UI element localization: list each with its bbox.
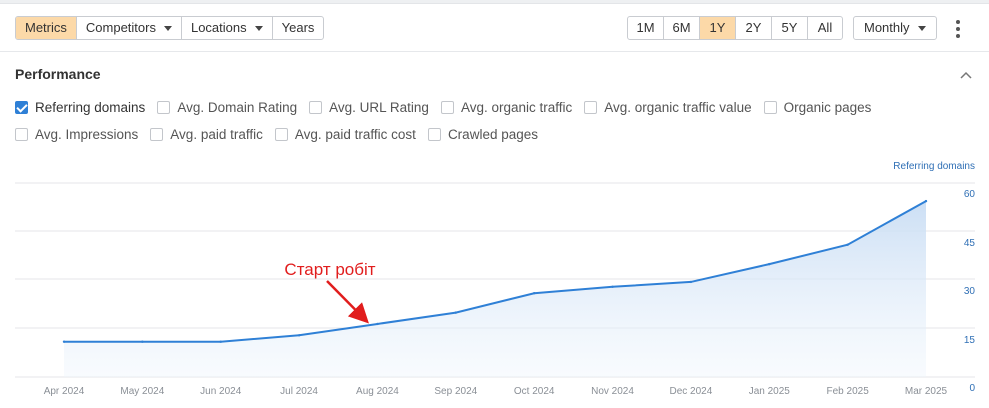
y-tick-label: 30 xyxy=(964,286,976,297)
range-selector: 1M 6M 1Y 2Y 5Y All xyxy=(627,16,843,40)
data-point xyxy=(924,199,928,203)
metric-label: Referring domains xyxy=(35,100,146,115)
metrics-row-1: Referring domains Avg. Domain Rating Avg… xyxy=(15,100,975,115)
range-2y[interactable]: 2Y xyxy=(736,17,772,39)
x-tick-label: Mar 2025 xyxy=(905,386,948,397)
kebab-menu-icon[interactable] xyxy=(949,18,967,40)
y-tick-label: 45 xyxy=(964,238,976,249)
data-point xyxy=(846,243,849,246)
x-tick-label: Aug 2024 xyxy=(356,386,399,397)
checkbox[interactable] xyxy=(157,101,171,114)
data-point xyxy=(297,334,301,337)
interval-dropdown[interactable]: Monthly xyxy=(853,16,937,40)
metric-label: Organic pages xyxy=(783,100,872,115)
x-tick-label: Dec 2024 xyxy=(670,386,713,397)
checkbox[interactable] xyxy=(427,128,441,141)
checkbox[interactable] xyxy=(309,101,323,114)
x-tick-label: Feb 2025 xyxy=(827,386,870,397)
range-all[interactable]: All xyxy=(808,17,842,39)
metric-crawled-pages[interactable]: Crawled pages xyxy=(427,127,538,142)
x-tick-label: Jul 2024 xyxy=(280,386,318,397)
metric-avg-paid-traffic-cost[interactable]: Avg. paid traffic cost xyxy=(274,127,416,142)
data-point xyxy=(689,280,693,284)
checkbox[interactable] xyxy=(150,128,164,141)
metric-label: Avg. Domain Rating xyxy=(177,100,298,115)
y-tick-label: 60 xyxy=(964,189,976,200)
data-point xyxy=(454,311,458,314)
data-point xyxy=(768,262,771,266)
x-tick-label: Sep 2024 xyxy=(434,386,477,397)
x-tick-label: Jun 2024 xyxy=(200,386,242,397)
data-point xyxy=(611,285,614,288)
data-point xyxy=(532,292,536,295)
metric-label: Crawled pages xyxy=(447,127,538,142)
range-1m[interactable]: 1M xyxy=(628,17,664,39)
checkbox[interactable] xyxy=(584,101,598,114)
annotation-label: Старт робіт xyxy=(284,260,375,279)
metric-avg-organic-traffic-value[interactable]: Avg. organic traffic value xyxy=(584,100,752,115)
metric-avg-paid-traffic[interactable]: Avg. paid traffic xyxy=(150,127,263,142)
annotation-arrow xyxy=(326,280,369,324)
y-tick-label: 15 xyxy=(964,335,976,346)
range-1y[interactable]: 1Y xyxy=(700,17,736,39)
data-point xyxy=(219,340,222,343)
tab-competitors-label: Competitors xyxy=(85,20,156,35)
data-point xyxy=(376,322,379,326)
tab-locations-label: Locations xyxy=(190,20,247,35)
metric-label: Avg. Impressions xyxy=(35,127,139,142)
checkbox[interactable] xyxy=(15,128,28,141)
metric-label: Avg. paid traffic xyxy=(170,127,263,142)
range-5y[interactable]: 5Y xyxy=(772,17,808,39)
metric-avg-impressions[interactable]: Avg. Impressions xyxy=(15,127,138,142)
tab-years-label: Years xyxy=(281,20,315,35)
checkbox[interactable] xyxy=(274,128,288,141)
x-tick-label: Oct 2024 xyxy=(514,386,555,397)
view-tabs: Metrics Competitors Locations Years xyxy=(15,16,325,40)
tab-metrics[interactable]: Metrics xyxy=(16,17,77,39)
metric-label: Avg. organic traffic xyxy=(460,100,573,115)
caret-down-icon xyxy=(163,26,172,31)
tab-locations[interactable]: Locations xyxy=(182,17,273,39)
x-tick-label: Jan 2025 xyxy=(749,386,791,397)
range-6m[interactable]: 6M xyxy=(664,17,700,39)
caret-down-icon xyxy=(917,26,926,31)
tab-years[interactable]: Years xyxy=(273,17,324,39)
x-tick-label: May 2024 xyxy=(120,386,164,397)
tab-metrics-label: Metrics xyxy=(25,20,67,35)
section-title: Performance xyxy=(15,66,101,82)
data-point xyxy=(62,340,66,343)
metric-avg-domain-rating[interactable]: Avg. Domain Rating xyxy=(157,100,297,115)
metric-organic-pages[interactable]: Organic pages xyxy=(763,100,872,115)
checkbox-checked[interactable] xyxy=(15,101,28,114)
metric-referring-domains[interactable]: Referring domains xyxy=(15,100,145,115)
interval-label: Monthly xyxy=(864,20,910,35)
metric-label: Avg. paid traffic cost xyxy=(294,127,416,142)
checkbox[interactable] xyxy=(763,101,777,114)
toolbar: Metrics Competitors Locations Years 1M 6… xyxy=(0,4,989,52)
referring-domains-chart: 0 15 30 45 60 Apr 2024 May 2024 Jun 2024 Jul 202… xyxy=(15,182,976,397)
series-area xyxy=(64,201,926,377)
data-point xyxy=(141,340,144,343)
metric-label: Avg. URL Rating xyxy=(329,100,429,115)
caret-down-icon xyxy=(254,26,263,31)
metric-label: Avg. organic traffic value xyxy=(604,100,752,115)
chevron-up-icon[interactable] xyxy=(960,70,972,80)
metric-avg-organic-traffic[interactable]: Avg. organic traffic xyxy=(440,100,573,115)
checkbox[interactable] xyxy=(440,101,454,114)
metrics-row-2: Avg. Impressions Avg. paid traffic Avg. … xyxy=(15,127,975,142)
metric-avg-url-rating[interactable]: Avg. URL Rating xyxy=(309,100,429,115)
y-tick-label: 0 xyxy=(969,383,975,394)
tab-competitors[interactable]: Competitors xyxy=(77,17,182,39)
x-tick-label: Apr 2024 xyxy=(44,386,85,397)
x-tick-label: Nov 2024 xyxy=(591,386,634,397)
